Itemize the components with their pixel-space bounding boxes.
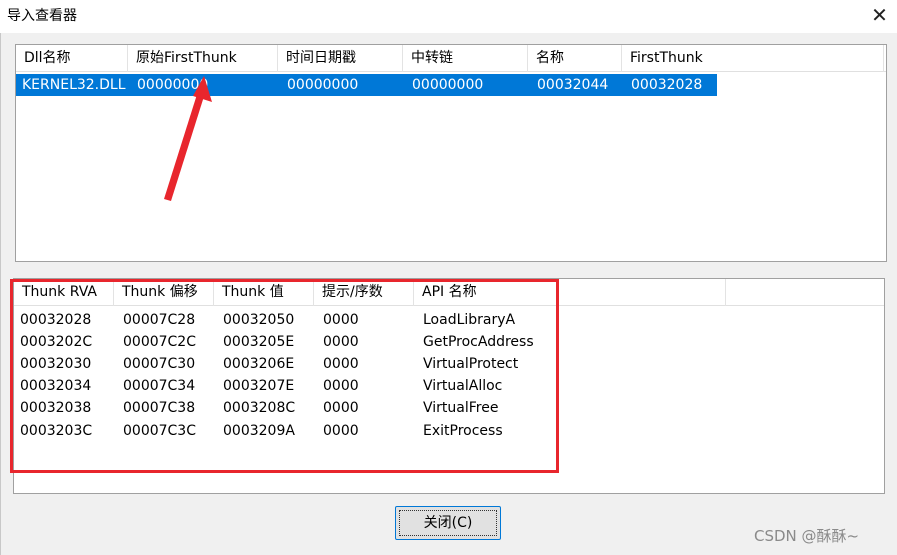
col-firstthunk[interactable]: FirstThunk bbox=[622, 45, 884, 72]
thunk-list[interactable]: Thunk RVA Thunk 偏移 Thunk 值 提示/序数 API 名称 … bbox=[13, 278, 885, 494]
thunk-hint: 0000 bbox=[323, 356, 359, 372]
module-timestamp: 00000000 bbox=[287, 77, 359, 93]
thunk-api-name: ExitProcess bbox=[423, 423, 503, 439]
close-icon[interactable]: ✕ bbox=[866, 3, 893, 30]
thunk-rva: 00032038 bbox=[20, 400, 92, 416]
thunk-row[interactable]: 00032038 00007C38 0003208C 0000 VirtualF… bbox=[14, 397, 884, 419]
module-row[interactable]: KERNEL32.DLL 00000000 00000000 00000000 … bbox=[16, 74, 717, 96]
thunk-rva: 00032034 bbox=[20, 378, 92, 394]
thunk-rva: 0003202C bbox=[20, 334, 93, 350]
thunk-api-name: GetProcAddress bbox=[423, 334, 534, 350]
thunk-offset: 00007C2C bbox=[123, 334, 196, 350]
thunk-list-header: Thunk RVA Thunk 偏移 Thunk 值 提示/序数 API 名称 bbox=[14, 279, 884, 306]
thunk-api-name: VirtualFree bbox=[423, 400, 499, 416]
thunk-hint: 0000 bbox=[323, 312, 359, 328]
thunk-api-name: VirtualAlloc bbox=[423, 378, 503, 394]
module-original-firstthunk: 00000000 bbox=[137, 77, 209, 93]
col-thunk-offset[interactable]: Thunk 偏移 bbox=[114, 279, 214, 306]
thunk-rva: 0003203C bbox=[20, 423, 93, 439]
col-name[interactable]: 名称 bbox=[528, 45, 622, 72]
thunk-hint: 0000 bbox=[323, 334, 359, 350]
module-dll-name: KERNEL32.DLL bbox=[22, 77, 126, 93]
col-dll-name[interactable]: Dll名称 bbox=[16, 45, 128, 72]
col-timestamp[interactable]: 时间日期戳 bbox=[278, 45, 403, 72]
close-button[interactable]: 关闭(C) bbox=[395, 506, 501, 540]
module-name-rva: 00032044 bbox=[537, 77, 609, 93]
thunk-api-name: LoadLibraryA bbox=[423, 312, 516, 328]
thunk-value: 0003209A bbox=[223, 423, 295, 439]
thunk-row[interactable]: 00032034 00007C34 0003207E 0000 VirtualA… bbox=[14, 375, 884, 397]
thunk-row[interactable]: 0003203C 00007C3C 0003209A 0000 ExitProc… bbox=[14, 420, 884, 442]
thunk-offset: 00007C3C bbox=[123, 423, 196, 439]
thunk-value: 0003208C bbox=[223, 400, 296, 416]
window-edge bbox=[0, 33, 1, 555]
title-bar: 导入查看器 ✕ bbox=[0, 0, 897, 33]
thunk-value: 0003207E bbox=[223, 378, 295, 394]
thunk-offset: 00007C38 bbox=[123, 400, 196, 416]
thunk-value: 0003206E bbox=[223, 356, 295, 372]
col-forwarder-chain[interactable]: 中转链 bbox=[403, 45, 528, 72]
module-firstthunk: 00032028 bbox=[631, 77, 703, 93]
watermark: CSDN @酥酥~ bbox=[754, 527, 860, 545]
thunk-value: 00032050 bbox=[223, 312, 295, 328]
module-list[interactable]: Dll名称 原始FirstThunk 时间日期戳 中转链 名称 FirstThu… bbox=[15, 44, 887, 262]
thunk-offset: 00007C30 bbox=[123, 356, 196, 372]
thunk-rva: 00032028 bbox=[20, 312, 92, 328]
module-list-header: Dll名称 原始FirstThunk 时间日期戳 中转链 名称 FirstThu… bbox=[16, 45, 886, 72]
thunk-row[interactable]: 00032030 00007C30 0003206E 0000 VirtualP… bbox=[14, 353, 884, 375]
thunk-hint: 0000 bbox=[323, 423, 359, 439]
thunk-value: 0003205E bbox=[223, 334, 295, 350]
thunk-api-name: VirtualProtect bbox=[423, 356, 519, 372]
col-original-firstthunk[interactable]: 原始FirstThunk bbox=[128, 45, 278, 72]
thunk-row[interactable]: 0003202C 00007C2C 0003205E 0000 GetProcA… bbox=[14, 331, 884, 353]
focus-ring bbox=[399, 510, 497, 536]
col-hint-ordinal[interactable]: 提示/序数 bbox=[314, 279, 414, 306]
thunk-row[interactable]: 00032028 00007C28 00032050 0000 LoadLibr… bbox=[14, 309, 884, 331]
thunk-hint: 0000 bbox=[323, 378, 359, 394]
window-title: 导入查看器 bbox=[7, 8, 77, 24]
thunk-offset: 00007C28 bbox=[123, 312, 196, 328]
col-thunk-rva[interactable]: Thunk RVA bbox=[14, 279, 114, 306]
col-thunk-value[interactable]: Thunk 值 bbox=[214, 279, 314, 306]
thunk-rva: 00032030 bbox=[20, 356, 92, 372]
thunk-hint: 0000 bbox=[323, 400, 359, 416]
thunk-offset: 00007C34 bbox=[123, 378, 196, 394]
module-forwarder-chain: 00000000 bbox=[412, 77, 484, 93]
col-api-name[interactable]: API 名称 bbox=[414, 279, 726, 306]
import-viewer-window: 导入查看器 ✕ Dll名称 原始FirstThunk 时间日期戳 中转链 名称 … bbox=[0, 0, 897, 555]
